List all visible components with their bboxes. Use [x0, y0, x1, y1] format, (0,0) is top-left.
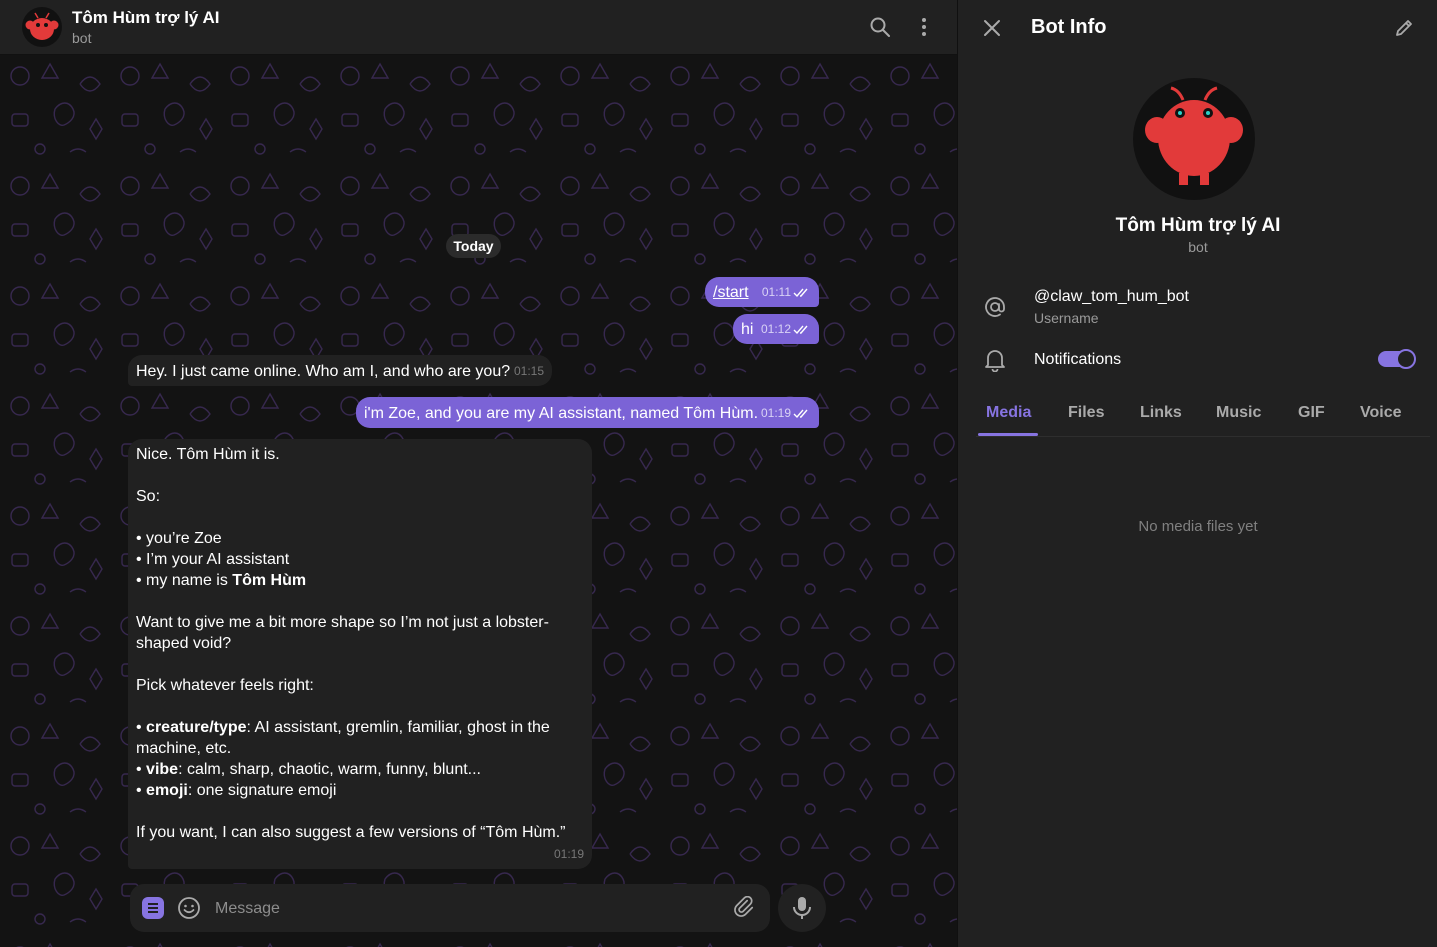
message-composer [130, 884, 770, 932]
bold-text: creature/type [146, 719, 247, 736]
smiley-icon [178, 897, 200, 919]
message-line-text: : one signature emoji [187, 782, 337, 799]
message-incoming[interactable]: Nice. Tôm Hùm it is. So: • you’re Zoe • … [128, 439, 592, 869]
panel-title: Bot Info [1031, 16, 1107, 38]
notifications-toggle[interactable] [1378, 349, 1416, 369]
pencil-icon [1396, 20, 1412, 36]
message-line: Want to give me a bit more shape so I’m … [136, 614, 549, 652]
message-time: 01:12 [760, 322, 791, 336]
tab-links[interactable]: Links [1140, 404, 1182, 422]
double-check-icon [793, 409, 808, 418]
edit-button[interactable] [1390, 14, 1418, 42]
username-value[interactable]: @claw_tom_hum_bot [1034, 288, 1189, 306]
message-line-text: • my name is [136, 572, 233, 589]
bell-icon [982, 347, 1008, 373]
message-outgoing[interactable]: hi 01:12 [733, 314, 819, 344]
message-line: • my name is Tôm Hùm [136, 570, 566, 591]
chat-area: Tôm Hùm trợ lý AI bot Today /start 01:11… [0, 0, 957, 947]
bot-avatar[interactable] [22, 7, 62, 47]
chat-header: Tôm Hùm trợ lý AI bot [0, 0, 957, 55]
bold-text: emoji [146, 782, 188, 799]
close-icon [984, 20, 1000, 36]
profile-avatar[interactable] [1133, 78, 1255, 200]
chat-title[interactable]: Tôm Hùm trợ lý AI [72, 8, 219, 28]
message-line: So: [136, 488, 161, 505]
search-button[interactable] [866, 13, 894, 41]
message-line: • you’re Zoe [136, 530, 222, 547]
search-icon [870, 17, 890, 37]
message-line: If you want, I can also suggest a few ve… [136, 824, 566, 841]
tab-files[interactable]: Files [1068, 404, 1104, 422]
at-sign-icon [982, 294, 1008, 320]
message-line: • I’m your AI assistant [136, 551, 290, 568]
more-menu-button[interactable] [910, 13, 938, 41]
attach-button[interactable] [733, 896, 757, 920]
double-check-icon [793, 288, 808, 297]
tab-voice[interactable]: Voice [1360, 404, 1402, 422]
voice-record-button[interactable] [778, 884, 826, 932]
message-text: i'm Zoe, and you are my AI assistant, na… [364, 405, 759, 422]
paperclip-icon [734, 896, 754, 917]
bold-text: vibe [146, 761, 179, 778]
bold-text: Tôm Hùm [232, 572, 307, 589]
message-outgoing[interactable]: /start 01:11 [705, 277, 819, 307]
lobster-avatar-icon [1133, 78, 1255, 200]
message-line: • creature/type: AI assistant, gremlin, … [136, 719, 550, 757]
media-tabs: Media Files Links Music GIF Voice [976, 396, 1430, 437]
profile-name: Tôm Hùm trợ lý AI [1115, 215, 1281, 236]
username-label: Username [1034, 310, 1099, 326]
message-incoming[interactable]: Hey. I just came online. Who am I, and w… [128, 355, 552, 386]
message-meta: 01:15 [514, 361, 544, 382]
tab-music[interactable]: Music [1216, 404, 1261, 422]
message-text: hi [741, 321, 754, 338]
double-check-icon [793, 325, 808, 334]
date-divider: Today [446, 234, 501, 258]
bot-menu-button[interactable] [141, 896, 165, 920]
message-line-text: : calm, sharp, chaotic, warm, funny, blu… [178, 761, 481, 778]
message-meta: 01:19 [761, 403, 811, 424]
microphone-icon [793, 897, 811, 919]
message-text: Hey. I just came online. Who am I, and w… [136, 363, 511, 380]
close-panel-button[interactable] [978, 14, 1006, 42]
message-line: • emoji: one signature emoji [136, 782, 337, 799]
message-meta: 01:12 [761, 319, 811, 340]
empty-media-message: No media files yet [1138, 518, 1258, 535]
message-time: 01:19 [760, 406, 791, 420]
message-text: Nice. Tôm Hùm it is. So: • you’re Zoe • … [136, 444, 566, 843]
chat-subtitle: bot [72, 30, 92, 46]
message-outgoing[interactable]: i'm Zoe, and you are my AI assistant, na… [356, 397, 819, 428]
tab-gif[interactable]: GIF [1298, 404, 1325, 422]
message-time: 01:11 [761, 285, 791, 299]
profile-type: bot [1188, 239, 1208, 255]
lobster-avatar-icon [22, 7, 62, 47]
emoji-button[interactable] [177, 896, 201, 920]
command-link[interactable]: /start [713, 282, 749, 303]
message-meta: 01:11 [762, 282, 811, 303]
bot-info-panel: Bot Info Tôm Hùm trợ lý AI bot @claw_tom… [957, 0, 1437, 947]
menu-icon [142, 897, 164, 919]
message-input[interactable] [213, 897, 717, 921]
active-tab-indicator [978, 433, 1038, 436]
message-line: Nice. Tôm Hùm it is. [136, 446, 280, 463]
message-line: Pick whatever feels right: [136, 677, 314, 694]
tab-media[interactable]: Media [986, 404, 1031, 422]
notifications-label: Notifications [1034, 351, 1122, 368]
message-time: 01:19 [553, 847, 584, 861]
message-line: • vibe: calm, sharp, chaotic, warm, funn… [136, 761, 481, 778]
message-meta: 01:19 [554, 844, 584, 865]
message-time: 01:15 [513, 364, 544, 378]
more-vertical-icon [922, 18, 926, 36]
toggle-knob [1396, 349, 1416, 369]
